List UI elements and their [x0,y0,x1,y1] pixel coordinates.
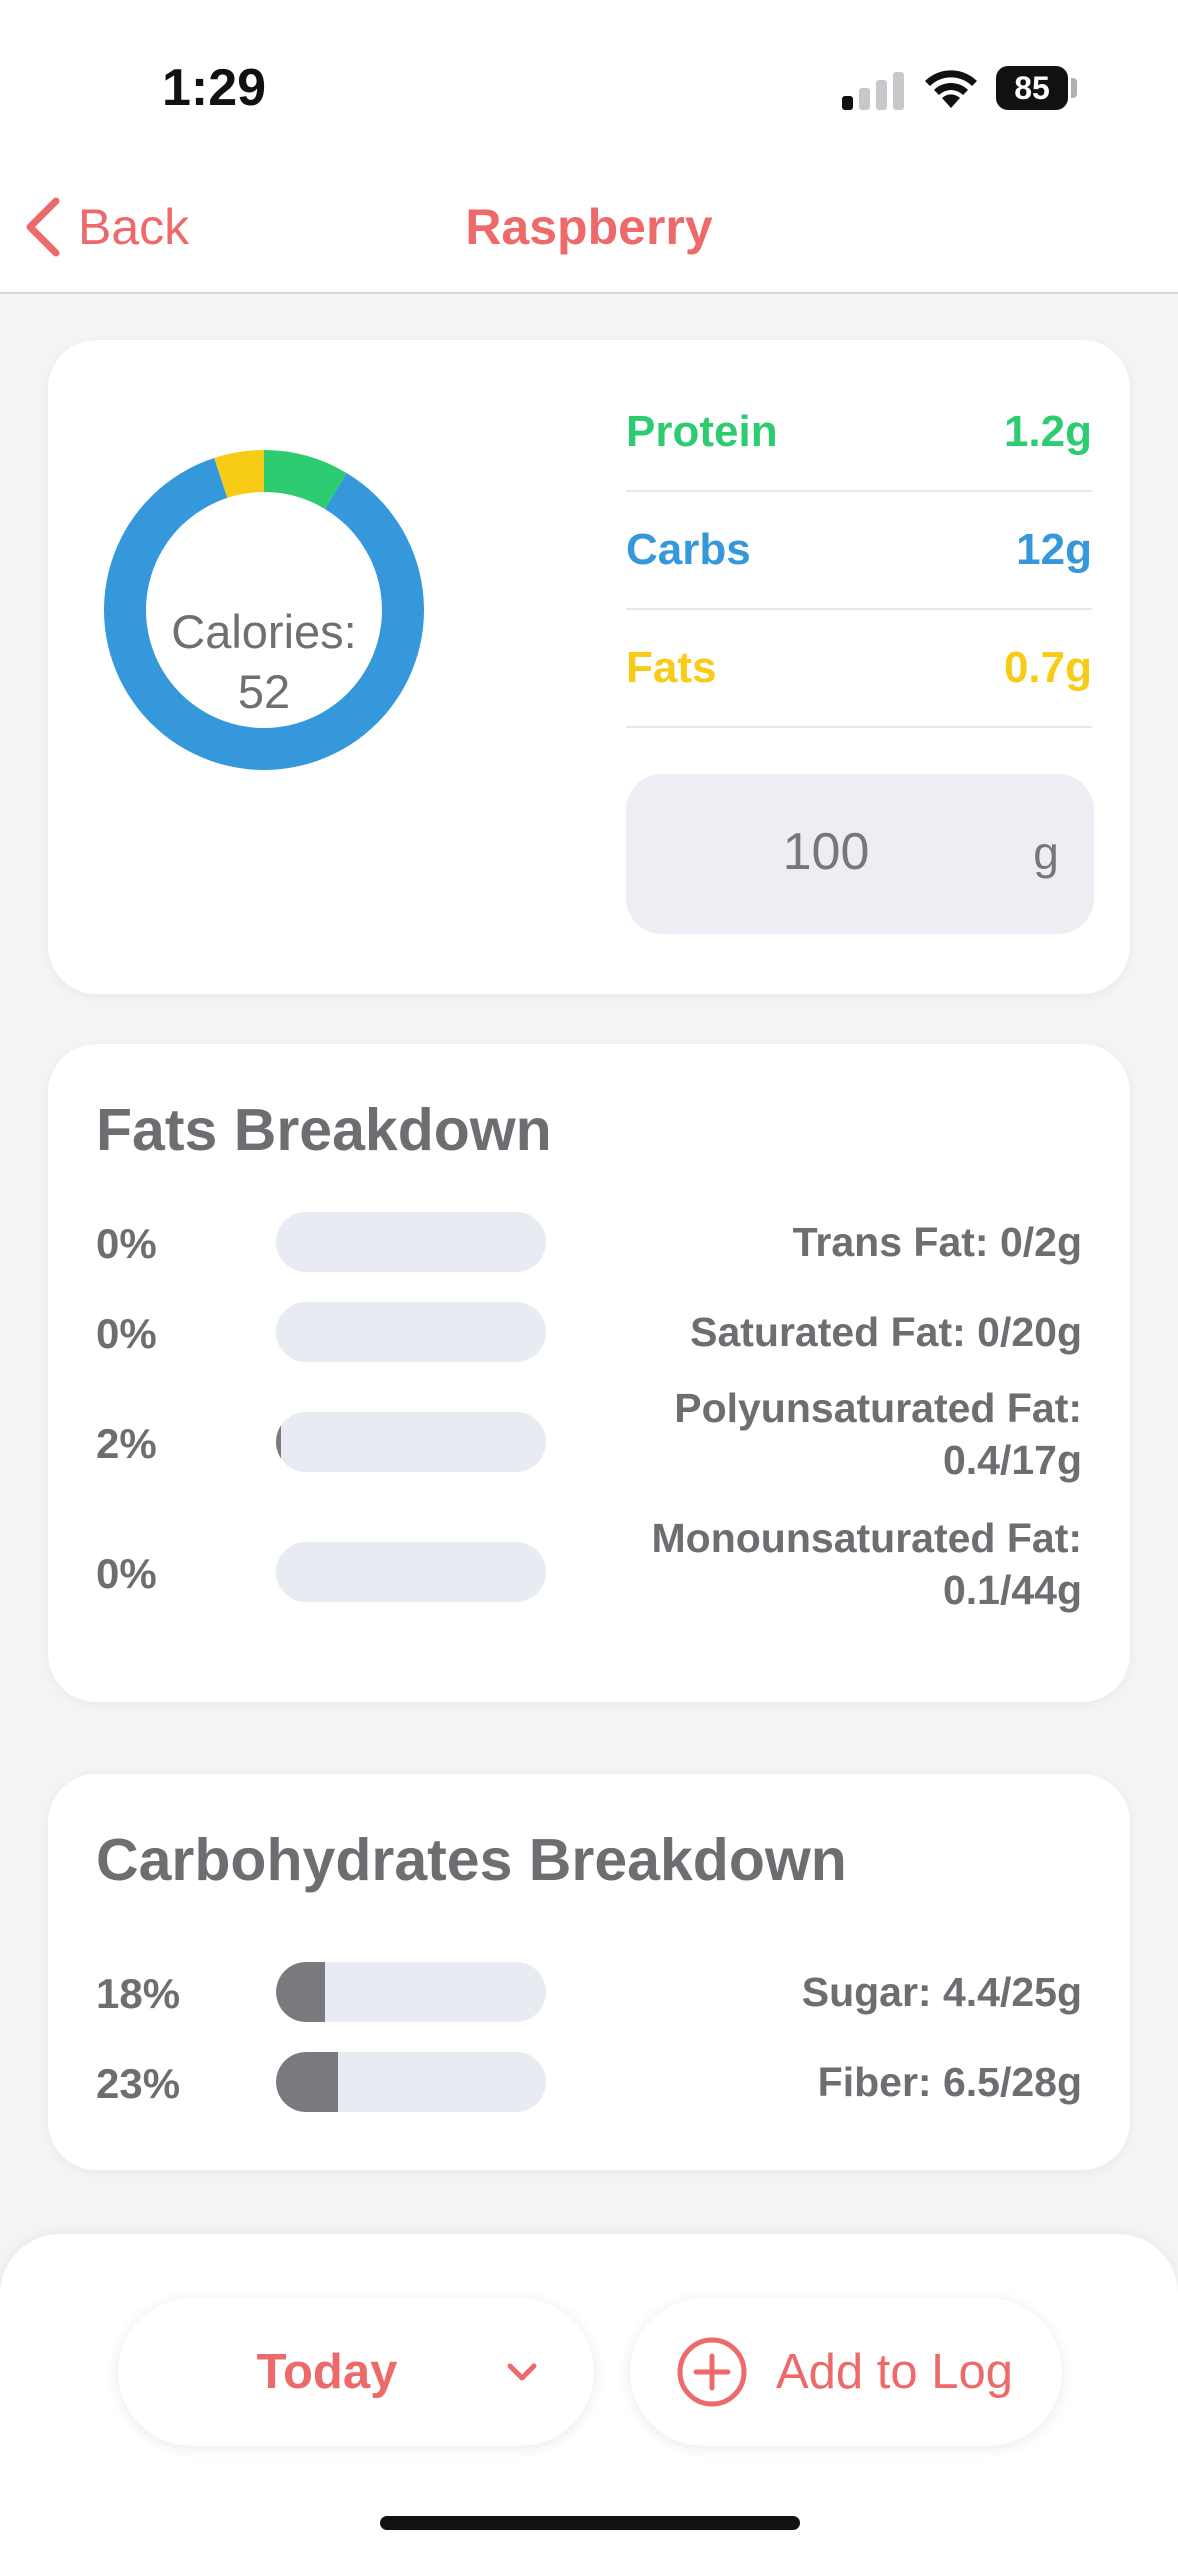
battery-icon: 85 [996,66,1068,110]
carbs-breakdown-title: Carbohydrates Breakdown [96,1827,847,1893]
breakdown-percent: 0% [96,1220,157,1267]
progress-bar [276,1302,546,1362]
breakdown-label: Polyunsaturated Fat: 0.4/17g [674,1385,1082,1483]
progress-bar [276,1412,546,1472]
status-bar: 1:29 85 [0,0,1178,170]
macro-name: Carbs [626,525,751,574]
nav-bar: Back Raspberry [0,170,1178,294]
progress-fill [276,2052,339,2112]
calories-value: 52 [237,665,291,718]
serving-amount[interactable]: 100 [626,822,1026,882]
home-indicator [380,2516,800,2530]
serving-unit: g [1033,827,1059,879]
status-time: 1:29 [162,59,267,117]
breakdown-row: 2% Polyunsaturated Fat: 0.4/17g [48,1385,1130,1526]
nutrition-summary-card: Calories: 52 Protein 1.2g Carbs 12g Fats… [48,340,1130,994]
breakdown-row: 23% Fiber: 6.5/28g [48,2046,1130,2166]
add-to-log-button[interactable]: Add to Log [630,2298,1062,2446]
breakdown-row: 0% Monounsaturated Fat: 0.1/44g [48,1515,1130,1656]
macro-value: 0.7g [1003,643,1092,692]
plus-circle-icon [677,2337,747,2407]
cellular-signal-icon [842,70,906,110]
day-select[interactable]: Today [118,2298,594,2446]
progress-bar [276,1542,546,1602]
breakdown-label: Trans Fat: 0/2g [792,1219,1082,1265]
calories-display: Calories: 52 [104,602,424,722]
breakdown-label: Sugar: 4.4/25g [801,1969,1082,2015]
day-select-label: Today [256,2345,398,2399]
add-to-log-label: Add to Log [776,2345,1014,2399]
serving-size-input[interactable]: 100 g [626,774,1094,934]
fats-breakdown-card: Fats Breakdown 0% Trans Fat: 0/2g 0% Sat… [48,1044,1130,1702]
breakdown-label: Monounsaturated Fat: 0.1/44g [651,1515,1082,1613]
macro-row-fats: Fats 0.7g [626,610,1092,728]
macro-name: Protein [626,407,778,456]
breakdown-percent: 23% [96,2060,181,2107]
wifi-icon [925,70,977,108]
macro-value: 12g [1016,525,1092,574]
page-title: Raspberry [465,199,713,255]
breakdown-percent: 2% [96,1420,157,1467]
macro-name: Fats [626,643,717,692]
breakdown-label: Fiber: 6.5/28g [817,2059,1082,2105]
chevron-down-icon [507,2363,537,2381]
battery-tip [1071,78,1077,98]
fats-breakdown-title: Fats Breakdown [96,1097,552,1163]
progress-bar [276,2052,546,2112]
breakdown-percent: 18% [96,1970,181,2017]
progress-bar [276,1962,546,2022]
breakdown-percent: 0% [96,1310,157,1357]
carbs-breakdown-card: Carbohydrates Breakdown 18% Sugar: 4.4/2… [48,1774,1130,2170]
progress-bar [276,1212,546,1272]
bottom-action-bar: Today Add to Log [0,2234,1178,2556]
macro-row-carbs: Carbs 12g [626,492,1092,610]
macro-value: 1.2g [1003,407,1092,456]
breakdown-label: Saturated Fat: 0/20g [690,1309,1082,1355]
progress-fill [276,1412,282,1472]
macro-row-protein: Protein 1.2g [626,374,1092,492]
progress-fill [276,1962,325,2022]
calories-label: Calories: [171,605,357,658]
breakdown-percent: 0% [96,1550,157,1597]
